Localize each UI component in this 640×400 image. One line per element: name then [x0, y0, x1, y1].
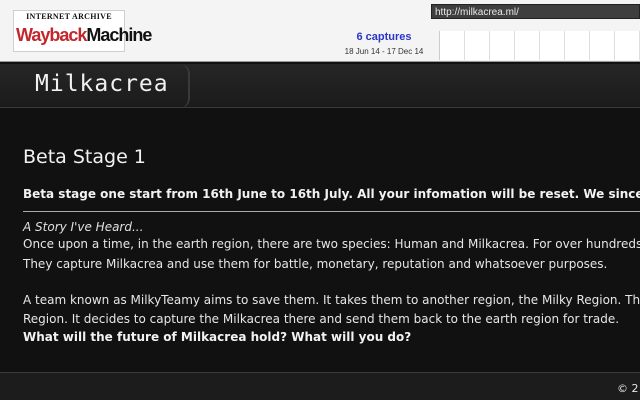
story-paragraph-line: A team known as MilkyTeamy aims to save …	[23, 293, 640, 307]
capture-timeline[interactable]	[439, 31, 640, 60]
site-header: Milkacrea	[0, 64, 640, 108]
logo-wayback-word: Wayback	[16, 25, 87, 45]
header-divider	[180, 64, 190, 108]
main-content: Beta Stage 1 Beta stage one start from 1…	[0, 108, 640, 372]
story-paragraph-line: Region. It decides to capture the Milkac…	[23, 312, 620, 326]
wayback-toolbar: INTERNET ARCHIVE WaybackMachine http://m…	[0, 0, 640, 62]
story-question: What will the future of Milkacrea hold? …	[23, 330, 412, 344]
beta-notice: Beta stage one start from 16th June to 1…	[23, 187, 640, 201]
logo-wayback-machine-text: WaybackMachine	[16, 23, 152, 47]
story-heading: A Story I've Heard...	[23, 220, 144, 234]
site-footer: © 2	[0, 372, 640, 400]
copyright-text: © 2	[617, 382, 639, 395]
story-paragraph-line: They capture Milkacrea and use them for …	[23, 257, 608, 271]
url-field[interactable]: http://milkacrea.ml/	[431, 4, 640, 19]
logo-internet-archive-text: INTERNET ARCHIVE	[26, 12, 112, 21]
wayback-logo[interactable]: INTERNET ARCHIVE WaybackMachine	[13, 10, 152, 52]
divider	[23, 211, 640, 212]
story-paragraph-line: Once upon a time, in the earth region, t…	[23, 237, 640, 251]
logo-machine-word: Machine	[86, 25, 152, 45]
post-title: Beta Stage 1	[23, 146, 146, 168]
site-title[interactable]: Milkacrea	[35, 71, 169, 97]
captures-link[interactable]: 6 captures	[332, 31, 436, 43]
capture-date-range: 18 Jun 14 - 17 Dec 14	[344, 47, 424, 56]
